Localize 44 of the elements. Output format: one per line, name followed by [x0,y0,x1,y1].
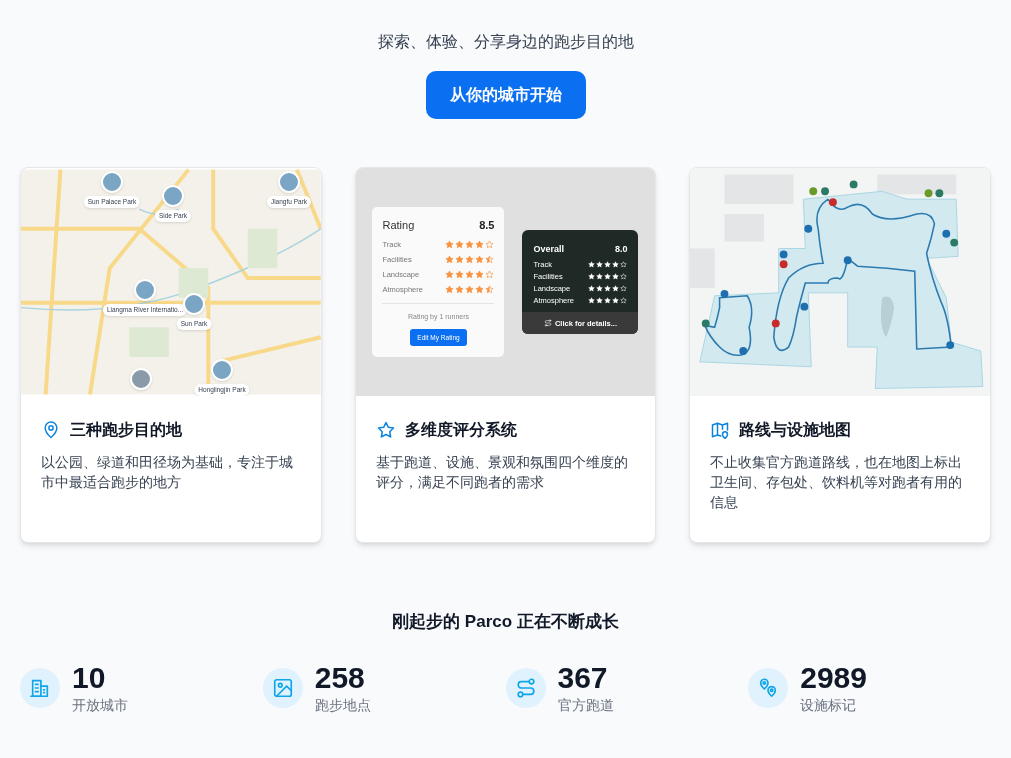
star-icon [445,285,455,295]
stat-label: 设施标记 [800,695,858,715]
star-icon [465,270,475,280]
feature-description: 以公园、绿道和田径场为基础，专注于城市中最适合跑步的地方 [41,453,294,492]
half-star-icon [485,255,495,265]
stat-label: 开放城市 [72,695,128,715]
feature-description: 不止收集官方跑道路线，也在地图上标出卫生间、存包处、饮料机等对跑者有用的信息 [710,453,964,512]
feature-title: 多维度评分系统 [404,420,517,440]
star-icon [445,240,455,250]
star-icon [475,255,485,265]
panel-title: Overall [533,242,564,256]
rating-score: 8.5 [479,217,495,233]
star-icon [475,270,485,280]
panel-title: Rating [382,217,415,233]
star-icon [455,270,465,280]
star-icon [445,270,455,280]
stat-value: 367 [557,660,609,695]
star-icon [455,240,465,250]
feature-description: 基于跑道、设施、景观和氛围四个维度的评分，满足不同跑者的需求 [375,453,629,492]
tagline: 探索、体验、分享身边的跑步目的地 [377,32,634,52]
image-icon [271,677,294,699]
star-icon [475,240,485,250]
star-icon [455,285,465,295]
section-title: 刚起步的 Parco 正在不断成长 [391,611,620,633]
star-icon [455,255,465,265]
feature-title: 三种跑步目的地 [70,420,182,440]
feature-title: 路线与设施地图 [739,420,852,440]
star-icon [465,285,475,295]
stat-label: 跑步地点 [314,695,371,715]
star-icon [465,255,475,265]
star-icon [465,240,475,250]
stat-value: 2989 [800,660,867,695]
star-icon [475,285,485,295]
building-icon [29,677,51,699]
route-icon [514,677,537,699]
start-button[interactable]: 从你的城市开始 [425,71,586,119]
map-icon [710,420,731,440]
star-outline-icon [375,420,396,440]
star-icon [445,255,455,265]
stat-value: 10 [72,660,107,695]
half-star-icon [485,285,495,295]
rating-score: 8.0 [614,242,628,256]
stat-label: 官方跑道 [557,695,614,715]
stat-value: 258 [314,660,366,695]
